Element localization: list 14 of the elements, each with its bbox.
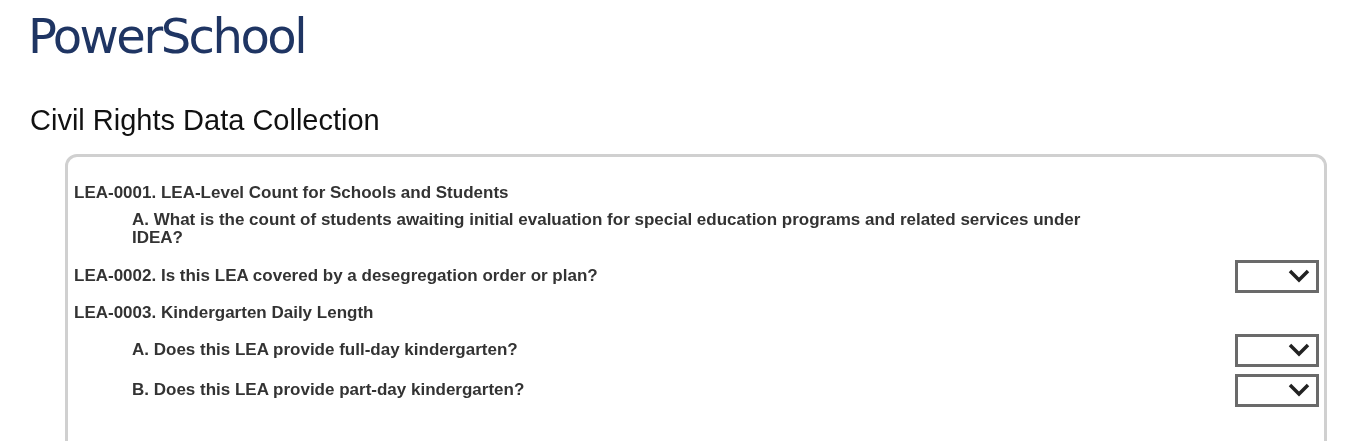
question-text: B. Does this LEA provide part-day kindergarten? bbox=[132, 380, 525, 400]
question-text: A. What is the count of students awaiting initial evaluation for special education programs and related services under IDEA? bbox=[132, 210, 1082, 249]
dropdown[interactable] bbox=[1235, 373, 1319, 407]
section-heading: LEA-0002. Is this LEA covered by a desegregation order or plan? bbox=[74, 266, 598, 286]
question-text: A. Does this LEA provide full-day kindergarten? bbox=[132, 340, 518, 360]
chevron-down-icon bbox=[1288, 383, 1310, 398]
chevron-down-icon bbox=[1288, 343, 1310, 358]
dropdown[interactable] bbox=[1235, 259, 1319, 293]
chevron-down-icon bbox=[1288, 269, 1310, 284]
logo: PowerSchool bbox=[28, 12, 305, 60]
page-title: Civil Rights Data Collection bbox=[30, 103, 380, 138]
dropdown[interactable] bbox=[1235, 333, 1319, 367]
section-heading: LEA-0001. LEA-Level Count for Schools and Students bbox=[74, 184, 509, 204]
section-heading: LEA-0003. Kindergarten Daily Length bbox=[74, 303, 374, 323]
